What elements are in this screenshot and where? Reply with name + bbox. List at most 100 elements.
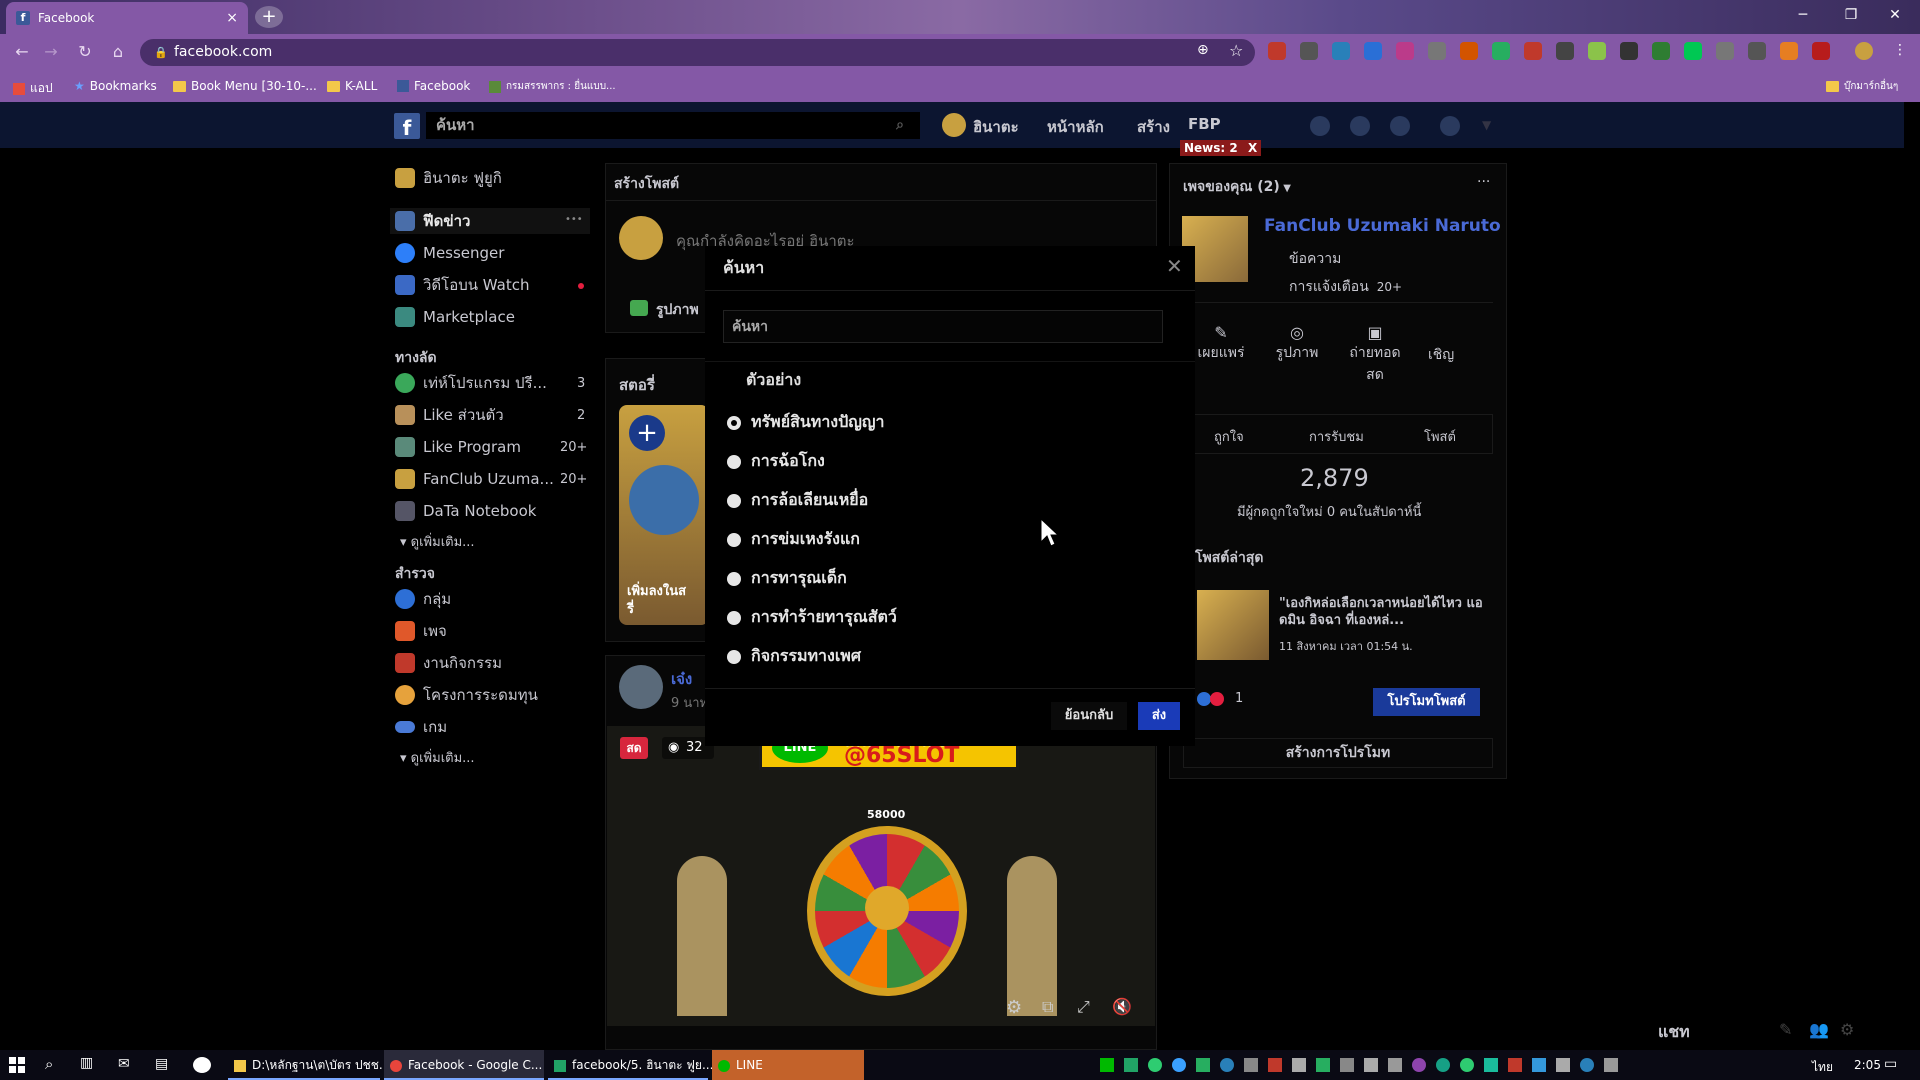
your-pages-title[interactable]: เพจของคุณ (2) ▼ [1183, 176, 1291, 198]
tray-icon[interactable] [1556, 1058, 1570, 1072]
taskbar-item-line[interactable]: LINE [712, 1050, 864, 1080]
back-icon[interactable]: ← [11, 42, 33, 62]
tray-icon[interactable] [1364, 1058, 1378, 1072]
tray-icon[interactable] [1436, 1058, 1450, 1072]
recent-post-thumbnail[interactable] [1197, 590, 1269, 660]
tray-icon[interactable] [1484, 1058, 1498, 1072]
header-home-link[interactable]: หน้าหลัก [1047, 115, 1104, 139]
store-icon[interactable]: ▤ [155, 1056, 168, 1072]
new-group-icon[interactable]: 👥 [1809, 1020, 1829, 1039]
option-sexual-activity[interactable]: กิจกรรมทางเพศ [727, 644, 861, 669]
bookmark-bookmarks[interactable]: ★ Bookmarks [74, 79, 157, 93]
task-view-icon[interactable]: ▥ [80, 1055, 93, 1071]
media-player-icon[interactable] [193, 1057, 211, 1073]
extension-icon[interactable] [1460, 42, 1478, 60]
bookmark-star-icon[interactable]: ☆ [1229, 41, 1243, 60]
radio-selected[interactable] [727, 415, 741, 430]
tray-icon[interactable] [1100, 1058, 1114, 1072]
address-bar[interactable]: 🔒 facebook.com [140, 39, 1255, 66]
tab-views[interactable]: การรับชม [1309, 426, 1364, 447]
settings-icon[interactable]: ⚙ [1006, 997, 1022, 1018]
sidebar-profile[interactable]: ฮินาตะ ฟูยูกิ [395, 167, 502, 189]
extension-icon[interactable] [1556, 42, 1574, 60]
tray-icon[interactable] [1580, 1058, 1594, 1072]
window-close-button[interactable]: ✕ [1872, 0, 1918, 30]
option-mocking-victims[interactable]: การล้อเลียนเหยื่อ [727, 488, 868, 513]
tray-icon[interactable] [1340, 1058, 1354, 1072]
extension-icon[interactable] [1620, 42, 1638, 60]
home-icon[interactable]: ⌂ [107, 42, 129, 62]
pip-icon[interactable]: ⧉ [1042, 997, 1053, 1017]
facebook-logo[interactable]: f [394, 113, 420, 140]
sidebar-item-fundraisers[interactable]: โครงการระดมทุน [395, 684, 538, 706]
pinterest-extension-icon[interactable] [1396, 42, 1414, 60]
close-icon[interactable]: ✕ [1166, 254, 1183, 278]
shortcut-item[interactable]: DaTa Notebook [395, 500, 536, 522]
tray-icon[interactable] [1508, 1058, 1522, 1072]
taskbar-item-explorer[interactable]: D:\หลักฐาน\ต\บัตร ปชช... [228, 1050, 390, 1080]
notifications-link[interactable]: การแจ้งเตือน 20+ [1289, 276, 1402, 298]
header-fbp-link[interactable]: FBP [1188, 115, 1221, 133]
bookmark-other[interactable]: บุ๊กมาร์กอื่นๆ [1826, 79, 1898, 94]
forward-icon[interactable]: → [40, 42, 62, 62]
tray-icon[interactable] [1148, 1058, 1162, 1072]
tray-icon[interactable] [1604, 1058, 1618, 1072]
clock[interactable]: 2:05 [1854, 1058, 1881, 1072]
option-animal-abuse[interactable]: การทำร้ายทารุณสัตว์ [727, 605, 897, 630]
friend-requests-icon[interactable] [1310, 116, 1330, 136]
promote-post-button[interactable]: โปรโมทโพสต์ [1373, 688, 1480, 716]
taskbar-item-chrome[interactable]: Facebook - Google C... [384, 1050, 544, 1080]
chevron-down-icon[interactable]: ▼ [1482, 118, 1491, 132]
radio-button[interactable] [727, 571, 741, 586]
option-bullying[interactable]: การข่มเหงรังแก [727, 527, 860, 552]
off-extension-icon[interactable] [1364, 42, 1382, 60]
chat-label[interactable]: แชท [1658, 1020, 1690, 1045]
tray-icon[interactable] [1292, 1058, 1306, 1072]
publish-action[interactable]: ✎ เผยแพร่ [1196, 323, 1246, 364]
tray-icon[interactable] [1388, 1058, 1402, 1072]
see-more-shortcuts[interactable]: ▾ ดูเพิ่มเติม... [400, 531, 475, 552]
restore-button[interactable]: ❐ [1828, 0, 1874, 30]
extension-icon[interactable] [1428, 42, 1446, 60]
sidebar-item-news-feed[interactable]: ฟีดข่าว [395, 210, 470, 232]
sidebar-item-messenger[interactable]: Messenger [395, 242, 504, 264]
header-create-link[interactable]: สร้าง [1137, 115, 1170, 139]
live-action[interactable]: ▣ ถ่ายทอดสด [1344, 323, 1406, 386]
tray-icon[interactable] [1220, 1058, 1234, 1072]
live-video[interactable]: LINE สมัครเล่นได้ที่ @65SLOT 58000 [607, 726, 1155, 1026]
back-button[interactable]: ย้อนกลับ [1051, 702, 1127, 730]
more-options-icon[interactable]: ··· [1477, 174, 1490, 190]
new-tab-button[interactable]: + [255, 6, 283, 28]
header-user-name[interactable]: ฮินาตะ [973, 115, 1019, 139]
photo-button[interactable]: รูปภาพ [656, 299, 699, 321]
compose-icon[interactable]: ✎ [1779, 1020, 1792, 1039]
mail-icon[interactable]: ✉ [118, 1056, 130, 1072]
messages-link[interactable]: ข้อความ [1289, 248, 1341, 270]
dialog-search-input[interactable]: ค้นหา [723, 310, 1163, 343]
minimize-button[interactable]: ─ [1780, 0, 1826, 30]
extension-icon[interactable] [1492, 42, 1510, 60]
reload-icon[interactable]: ↻ [74, 42, 96, 62]
tab-close-icon[interactable]: × [226, 10, 238, 26]
tab-likes[interactable]: ถูกใจ [1214, 426, 1244, 447]
tray-icon[interactable] [1268, 1058, 1282, 1072]
bookmark-apps[interactable]: แอป [13, 79, 53, 98]
download-extension-icon[interactable] [1332, 42, 1350, 60]
search-icon[interactable]: ⌕ [45, 1055, 53, 1073]
create-promotion-button[interactable]: สร้างการโปรโมท [1183, 738, 1493, 768]
bookmark-revenue[interactable]: กรมสรรพากร : ยื่นแบบ... [489, 79, 616, 94]
radio-button[interactable] [727, 454, 741, 469]
taskbar-item-excel[interactable]: facebook/5. ฮินาตะ ฟูย... [548, 1050, 713, 1080]
tab-posts[interactable]: โพสต์ [1424, 426, 1456, 447]
send-button[interactable]: ส่ง [1138, 702, 1180, 730]
shortcut-item[interactable]: FanClub Uzuma... [395, 468, 554, 490]
add-story-card[interactable]: + เพิ่มลงในส รี่ [619, 405, 709, 625]
facebook-search-input[interactable]: ค้นหา ⌕ [426, 112, 920, 139]
adblock-extension-icon[interactable] [1268, 42, 1286, 60]
news-close-icon[interactable]: X [1248, 141, 1257, 155]
mute-icon[interactable]: 🔇 [1112, 997, 1132, 1016]
sidebar-item-marketplace[interactable]: Marketplace [395, 306, 515, 328]
invite-action[interactable]: เชิญ [1428, 344, 1454, 366]
tray-icon[interactable] [1196, 1058, 1210, 1072]
menu-icon[interactable]: ⋮ [1893, 42, 1907, 58]
